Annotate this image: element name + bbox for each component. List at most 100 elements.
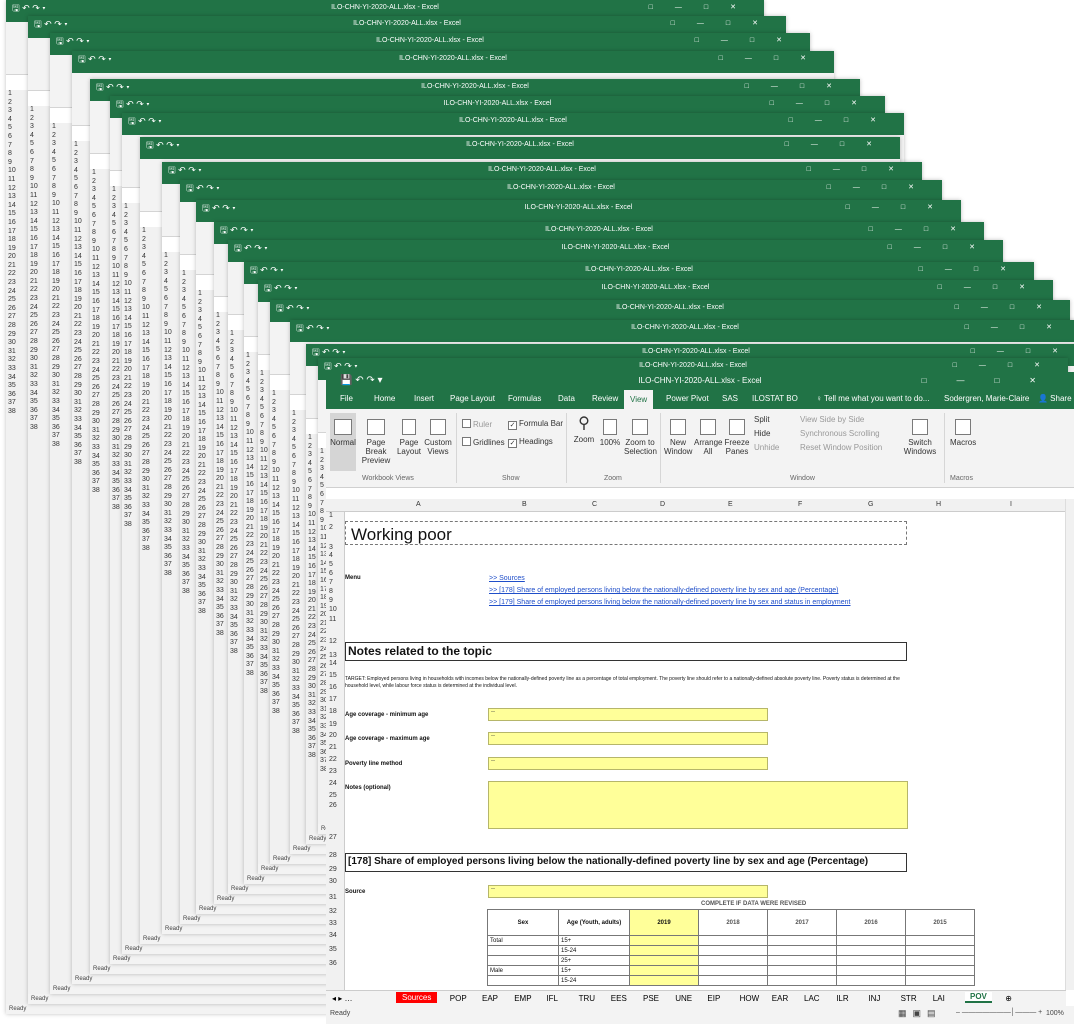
sheet-tab-emp[interactable]: EMP [514, 994, 531, 1003]
row-header-23[interactable]: 23 [329, 768, 337, 775]
table-cell[interactable] [905, 955, 975, 966]
window-controls[interactable]: □—□✕ [955, 300, 1064, 316]
table-cell[interactable]: 15-24 [558, 975, 630, 986]
table-cell[interactable] [905, 935, 975, 946]
window-controls[interactable]: □—□✕ [827, 180, 936, 196]
window-controls[interactable]: □—□✕ [869, 222, 978, 238]
window-controls[interactable]: □—□✕ [695, 33, 804, 49]
sheet-tab-pop[interactable]: POP [450, 994, 467, 1003]
table-cell[interactable] [767, 955, 837, 966]
arrange-all-button[interactable]: Arrange All [694, 413, 722, 456]
age-min-input[interactable]: -- [488, 708, 768, 721]
source-input[interactable]: -- [488, 885, 768, 898]
row-header-13[interactable]: 13 [329, 652, 337, 659]
switch-windows-button[interactable]: Switch Windows [900, 413, 940, 456]
sheet-tab-ilr[interactable]: ILR [836, 994, 848, 1003]
window-controls[interactable]: □—□✕ [745, 79, 854, 95]
ruler-checkbox[interactable]: Ruler [462, 419, 492, 429]
row-header-27[interactable]: 27 [329, 834, 337, 841]
table-cell[interactable] [629, 945, 699, 956]
ribbon-tab-data[interactable]: Data [558, 394, 575, 403]
column-header-h[interactable]: H [936, 501, 941, 508]
row-header-7[interactable]: 7 [329, 579, 333, 586]
row-header-34[interactable]: 34 [329, 932, 337, 939]
table-cell[interactable]: Total [487, 935, 559, 946]
window-controls[interactable]: □—□✕ [938, 280, 1047, 296]
table-cell[interactable] [698, 965, 768, 976]
table-cell[interactable] [836, 955, 906, 966]
sheet-tab-pov[interactable]: POV [965, 992, 992, 1003]
view-mode-icons[interactable]: ▦▣▤ [898, 1008, 942, 1019]
custom-views-button[interactable]: Custom Views [424, 413, 452, 456]
window-controls[interactable]: □—□✕ [922, 372, 1066, 390]
poverty-method-input[interactable]: -- [488, 757, 768, 770]
table-cell[interactable] [629, 965, 699, 976]
ribbon-tab-formulas[interactable]: Formulas [508, 394, 541, 403]
ribbon-tab-insert[interactable]: Insert [414, 394, 434, 403]
row-header-15[interactable]: 15 [329, 672, 337, 679]
freeze-panes-button[interactable]: Freeze Panes [724, 413, 750, 456]
column-header-e[interactable]: E [728, 501, 733, 508]
row-header-19[interactable]: 19 [329, 721, 337, 728]
row-header-31[interactable]: 31 [329, 894, 337, 901]
row-header-35[interactable]: 35 [329, 946, 337, 953]
sheet-tab-inj[interactable]: INJ [868, 994, 880, 1003]
gridlines-checkbox[interactable]: Gridlines [462, 437, 505, 447]
table-cell[interactable] [767, 965, 837, 976]
window-controls[interactable]: □—□✕ [770, 96, 879, 112]
view-side-by-side-button[interactable]: View Side by Side [800, 415, 864, 424]
window-controls[interactable]: □—□✕ [807, 162, 916, 178]
split-button[interactable]: Split [754, 415, 770, 424]
table-cell[interactable] [698, 945, 768, 956]
window-controls[interactable]: □—□✕ [846, 200, 955, 216]
link-179[interactable]: >> [179] Share of employed persons livin… [489, 599, 851, 606]
row-header-12[interactable]: 12 [329, 638, 337, 645]
unhide-button[interactable]: Unhide [754, 443, 779, 452]
headings-checkbox[interactable]: ✓ Headings [508, 437, 553, 448]
row-header-4[interactable]: 4 [329, 552, 333, 559]
column-header-b[interactable]: B [522, 501, 527, 508]
worksheet-grid[interactable]: Working poor Menu >> Sources >> [178] Sh… [345, 512, 1066, 990]
row-header-8[interactable]: 8 [329, 588, 333, 595]
window-controls[interactable]: □—□✕ [888, 240, 997, 256]
user-name[interactable]: Sodergren, Marie-Claire [944, 394, 1029, 403]
row-header-2[interactable]: 2 [329, 524, 333, 531]
add-sheet-icon[interactable]: ⊕ [1005, 994, 1012, 1003]
window-controls[interactable]: □—□✕ [785, 137, 894, 153]
row-header-3[interactable]: 3 [329, 544, 333, 551]
table-cell[interactable] [487, 975, 559, 986]
window-controls[interactable]: □—□✕ [789, 113, 898, 129]
sheet-tab-ear[interactable]: EAR [772, 994, 788, 1003]
sheet-tab-eap[interactable]: EAP [482, 994, 498, 1003]
zoom-button[interactable]: ⚲ Zoom [572, 413, 596, 444]
ribbon-tab-ilostat-bo[interactable]: ILOSTAT BO [752, 394, 798, 403]
row-header-29[interactable]: 29 [329, 866, 337, 873]
page-layout-button[interactable]: Page Layout [396, 413, 422, 456]
zoom-slider[interactable]: – ———————│——— + [956, 1009, 1042, 1016]
sheet-tab-lac[interactable]: LAC [804, 994, 820, 1003]
row-header-22[interactable]: 22 [329, 756, 337, 763]
table-cell[interactable] [629, 955, 699, 966]
table-cell[interactable] [698, 955, 768, 966]
row-header-21[interactable]: 21 [329, 744, 337, 751]
hide-button[interactable]: Hide [754, 429, 770, 438]
row-header-33[interactable]: 33 [329, 920, 337, 927]
table-cell[interactable] [629, 975, 699, 986]
synchronous-scrolling-button[interactable]: Synchronous Scrolling [800, 429, 880, 438]
row-header-14[interactable]: 14 [329, 660, 337, 667]
share-button[interactable]: 👤 Share [1038, 394, 1072, 403]
reset-window-position-button[interactable]: Reset Window Position [800, 443, 882, 452]
link-178[interactable]: >> [178] Share of employed persons livin… [489, 587, 838, 594]
row-header-18[interactable]: 18 [329, 708, 337, 715]
sheet-tab-lai[interactable]: LAI [933, 994, 945, 1003]
row-header-30[interactable]: 30 [329, 878, 337, 885]
window-controls[interactable]: □—□✕ [965, 320, 1074, 336]
new-window-button[interactable]: New Window [664, 413, 692, 456]
table-cell[interactable]: 15+ [558, 935, 630, 946]
row-header-16[interactable]: 16 [329, 684, 337, 691]
page-break-preview-button[interactable]: Page Break Preview [358, 413, 394, 465]
column-header-g[interactable]: G [868, 501, 873, 508]
column-header-a[interactable]: A [416, 501, 421, 508]
normal-view-button[interactable]: Normal [330, 413, 356, 471]
window-controls[interactable]: □—□✕ [719, 51, 828, 67]
